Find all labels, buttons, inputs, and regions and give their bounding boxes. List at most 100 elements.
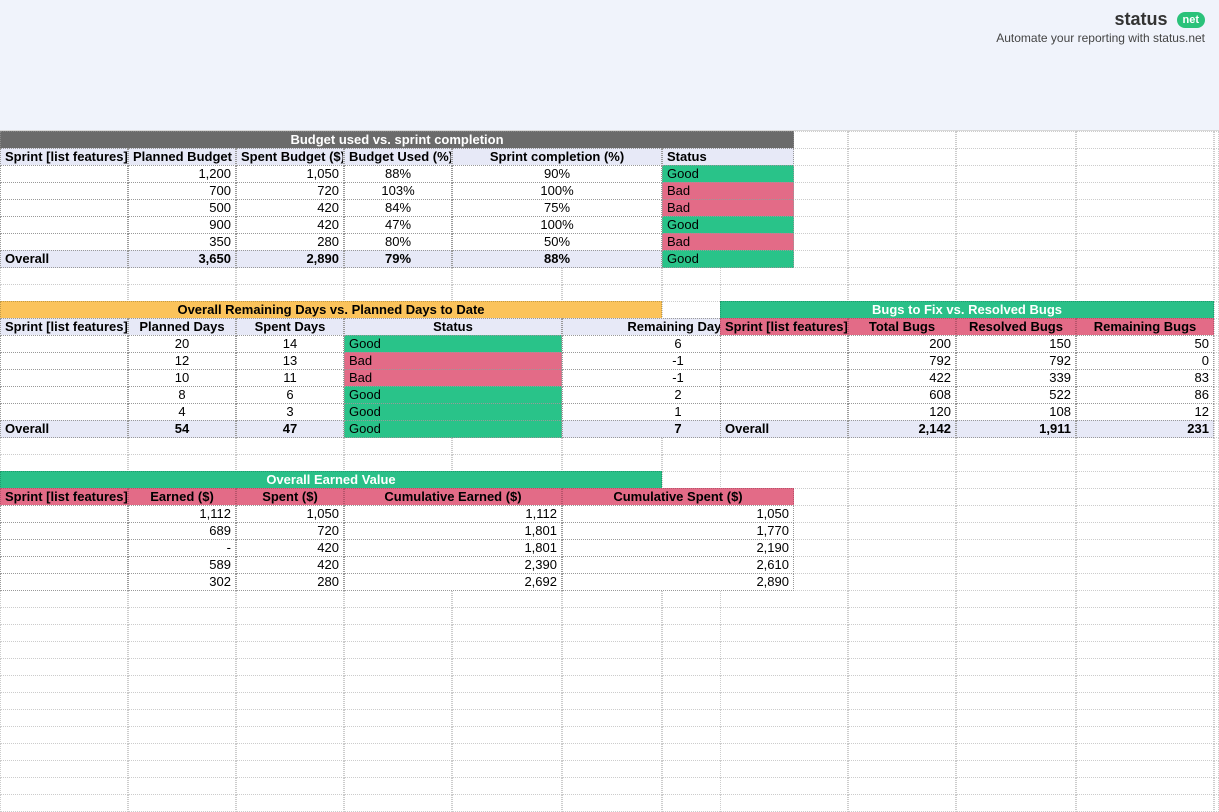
ev-earned-4[interactable]: 302 <box>128 573 236 591</box>
budget-overall-status[interactable]: Good <box>662 250 794 268</box>
budget-planned-4[interactable]: 350 <box>128 233 236 251</box>
empty-cell[interactable] <box>720 675 848 693</box>
ev-sprint-4[interactable] <box>0 573 128 591</box>
budget-status-4[interactable]: Bad <box>662 233 794 251</box>
empty-cell[interactable] <box>0 607 128 625</box>
empty-cell[interactable] <box>1214 692 1219 710</box>
empty-cell[interactable] <box>344 267 452 285</box>
budget-hdr-planned[interactable]: Planned Budget ($) <box>128 148 236 166</box>
empty-cell[interactable] <box>956 692 1076 710</box>
ev-earned-0[interactable]: 1,112 <box>128 505 236 523</box>
bugs-resolved-1[interactable]: 792 <box>956 352 1076 370</box>
empty-cell[interactable] <box>848 250 956 268</box>
empty-cell[interactable] <box>720 777 848 795</box>
empty-cell[interactable] <box>128 607 236 625</box>
empty-cell[interactable] <box>236 794 344 812</box>
days-sprint-4[interactable] <box>0 403 128 421</box>
empty-cell[interactable] <box>128 437 236 455</box>
empty-cell[interactable] <box>344 692 452 710</box>
empty-cell[interactable] <box>452 641 562 659</box>
bugs-sprint-0[interactable] <box>720 335 848 353</box>
empty-cell[interactable] <box>1214 675 1219 693</box>
empty-cell[interactable] <box>562 692 662 710</box>
days-hdr-spent[interactable]: Spent Days <box>236 318 344 336</box>
empty-cell[interactable] <box>720 454 848 472</box>
empty-cell[interactable] <box>848 267 956 285</box>
bugs-total-0[interactable]: 200 <box>848 335 956 353</box>
days-planned-3[interactable]: 8 <box>128 386 236 404</box>
days-hdr-sprint[interactable]: Sprint [list features] <box>0 318 128 336</box>
days-sprint-3[interactable] <box>0 386 128 404</box>
empty-cell[interactable] <box>1214 590 1219 608</box>
empty-cell[interactable] <box>720 658 848 676</box>
empty-cell[interactable] <box>0 692 128 710</box>
empty-cell[interactable] <box>848 505 956 523</box>
empty-cell[interactable] <box>1076 726 1214 744</box>
budget-hdr-sprint[interactable]: Sprint [list features] <box>0 148 128 166</box>
empty-cell[interactable] <box>720 726 848 744</box>
empty-cell[interactable] <box>1076 437 1214 455</box>
empty-cell[interactable] <box>1076 692 1214 710</box>
empty-cell[interactable] <box>1214 335 1219 353</box>
empty-cell[interactable] <box>344 641 452 659</box>
empty-cell[interactable] <box>0 267 128 285</box>
ev-earned-1[interactable]: 689 <box>128 522 236 540</box>
days-status-3[interactable]: Good <box>344 386 562 404</box>
ev-earned-2[interactable]: - <box>128 539 236 557</box>
empty-cell[interactable] <box>0 743 128 761</box>
empty-cell[interactable] <box>848 471 956 489</box>
empty-cell[interactable] <box>344 607 452 625</box>
days-status-0[interactable]: Good <box>344 335 562 353</box>
budget-completion-1[interactable]: 100% <box>452 182 662 200</box>
empty-cell[interactable] <box>848 216 956 234</box>
empty-cell[interactable] <box>1214 420 1219 438</box>
empty-cell[interactable] <box>848 539 956 557</box>
ev-spent-0[interactable]: 1,050 <box>236 505 344 523</box>
budget-overall-usedpct[interactable]: 79% <box>344 250 452 268</box>
budget-planned-2[interactable]: 500 <box>128 199 236 217</box>
empty-cell[interactable] <box>1214 539 1219 557</box>
empty-cell[interactable] <box>452 743 562 761</box>
empty-cell[interactable] <box>1076 590 1214 608</box>
empty-cell[interactable] <box>1214 624 1219 642</box>
budget-status-2[interactable]: Bad <box>662 199 794 217</box>
empty-cell[interactable] <box>562 658 662 676</box>
bugs-sprint-4[interactable] <box>720 403 848 421</box>
spreadsheet-area[interactable]: Budget used vs. sprint completionSprint … <box>0 131 1219 811</box>
empty-cell[interactable] <box>720 692 848 710</box>
empty-cell[interactable] <box>956 794 1076 812</box>
empty-cell[interactable] <box>0 658 128 676</box>
empty-cell[interactable] <box>0 709 128 727</box>
empty-cell[interactable] <box>344 624 452 642</box>
empty-cell[interactable] <box>1076 539 1214 557</box>
bugs-overall-label[interactable]: Overall <box>720 420 848 438</box>
days-status-1[interactable]: Bad <box>344 352 562 370</box>
ev-hdr-earned[interactable]: Earned ($) <box>128 488 236 506</box>
empty-cell[interactable] <box>344 726 452 744</box>
empty-cell[interactable] <box>956 726 1076 744</box>
empty-cell[interactable] <box>720 641 848 659</box>
empty-cell[interactable] <box>956 505 1076 523</box>
empty-cell[interactable] <box>1076 216 1214 234</box>
bugs-hdr-remaining[interactable]: Remaining Bugs <box>1076 318 1214 336</box>
budget-overall-planned[interactable]: 3,650 <box>128 250 236 268</box>
empty-cell[interactable] <box>452 709 562 727</box>
empty-cell[interactable] <box>562 675 662 693</box>
bugs-total-3[interactable]: 608 <box>848 386 956 404</box>
empty-cell[interactable] <box>1214 352 1219 370</box>
empty-cell[interactable] <box>1214 641 1219 659</box>
empty-cell[interactable] <box>848 692 956 710</box>
empty-cell[interactable] <box>1214 726 1219 744</box>
empty-cell[interactable] <box>956 165 1076 183</box>
empty-cell[interactable] <box>1076 777 1214 795</box>
empty-cell[interactable] <box>848 743 956 761</box>
days-sprint-2[interactable] <box>0 369 128 387</box>
empty-cell[interactable] <box>1214 267 1219 285</box>
ev-cum-spent-2[interactable]: 2,190 <box>562 539 794 557</box>
ev-hdr-spent[interactable]: Spent ($) <box>236 488 344 506</box>
empty-cell[interactable] <box>1214 488 1219 506</box>
empty-cell[interactable] <box>128 675 236 693</box>
empty-cell[interactable] <box>236 743 344 761</box>
days-planned-1[interactable]: 12 <box>128 352 236 370</box>
empty-cell[interactable] <box>1076 709 1214 727</box>
